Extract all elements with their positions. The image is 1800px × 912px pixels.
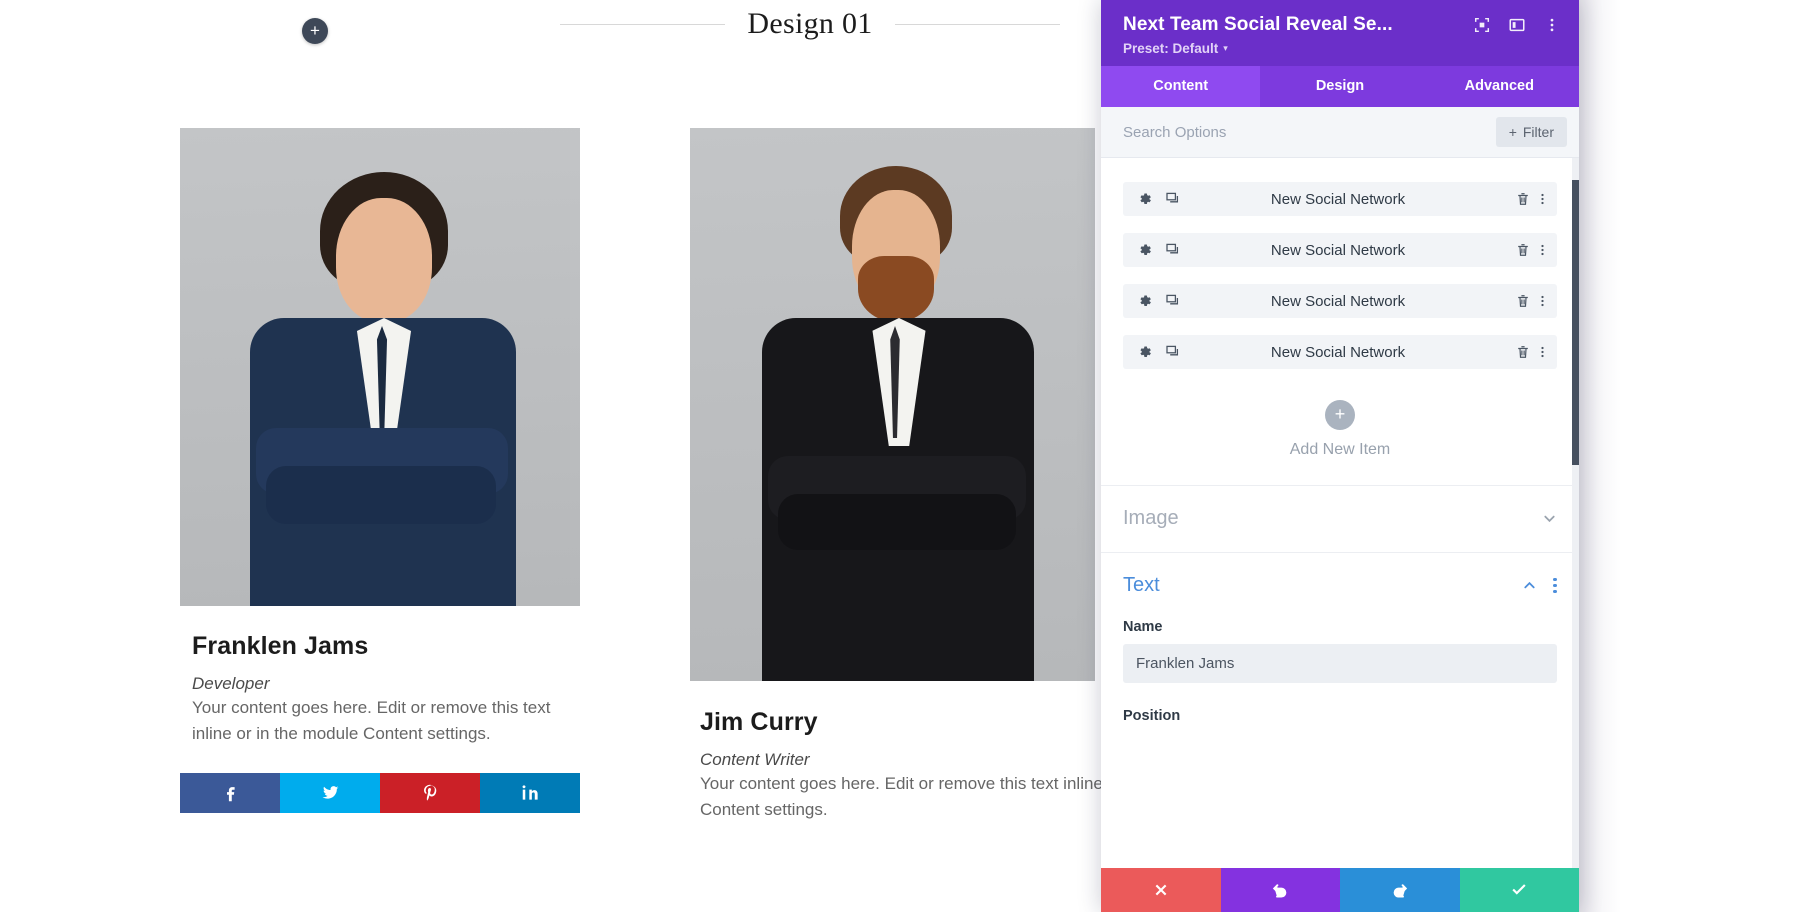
search-row: + Filter (1101, 107, 1579, 158)
section-text-title: Text (1123, 574, 1160, 596)
twitter-link[interactable] (280, 772, 380, 813)
linkedin-icon (522, 785, 538, 800)
divider-right (894, 23, 1061, 25)
redo-arrow-icon (1393, 884, 1407, 898)
add-new-item-button[interactable]: + Add New Item (1101, 386, 1579, 485)
undo-button[interactable] (1220, 868, 1340, 912)
list-item[interactable]: New Social Network (1123, 335, 1557, 369)
preset-selector[interactable]: Preset: Default ▾ (1123, 41, 1561, 56)
page-title: Design 01 (747, 7, 873, 40)
section-image[interactable]: Image (1101, 485, 1579, 552)
scrollbar-track[interactable] (1572, 158, 1579, 868)
chevron-up-icon (1522, 578, 1537, 593)
modal-body: New Social Network New Social Network Ne… (1101, 158, 1579, 868)
member-photo (690, 128, 1095, 681)
modal-drop-shadow (1579, 0, 1621, 912)
social-network-list: New Social Network New Social Network Ne… (1101, 158, 1579, 369)
section-text[interactable]: Text (1101, 552, 1579, 619)
checkmark-icon (1512, 884, 1526, 895)
member-position: Developer (192, 674, 270, 693)
pinterest-link[interactable] (380, 772, 480, 813)
plus-icon: + (1508, 124, 1517, 140)
divider-left (560, 23, 726, 25)
add-new-item-label: Add New Item (1289, 441, 1391, 458)
modal-header: Next Team Social Reveal Se... Preset: De… (1101, 0, 1579, 66)
list-item-label: New Social Network (1270, 292, 1406, 310)
module-settings-modal: Next Team Social Reveal Se... Preset: De… (1101, 0, 1579, 912)
list-item-label: New Social Network (1270, 190, 1406, 208)
list-item[interactable]: New Social Network (1123, 284, 1557, 318)
focus-expand-icon[interactable] (1473, 16, 1491, 34)
trash-icon[interactable] (1515, 293, 1531, 309)
name-field-label: Name (1123, 619, 1163, 635)
facebook-link[interactable] (180, 772, 280, 813)
redo-button[interactable] (1340, 868, 1460, 912)
facebook-icon (226, 787, 235, 802)
more-options-kebab-icon[interactable] (1540, 191, 1545, 207)
trash-icon[interactable] (1515, 344, 1531, 360)
twitter-icon (322, 786, 338, 799)
social-links-bar (180, 772, 580, 813)
chevron-down-icon: ▾ (1223, 43, 1228, 53)
builder-page: + Design 01 Franklen Jams Developer Your… (0, 0, 1800, 912)
filter-button[interactable]: + Filter (1495, 117, 1567, 147)
gear-icon[interactable] (1137, 191, 1153, 207)
add-section-button[interactable]: + (302, 18, 328, 44)
preset-label: Preset: Default (1123, 41, 1219, 56)
save-button[interactable] (1459, 868, 1579, 912)
gear-icon[interactable] (1137, 242, 1153, 258)
trash-icon[interactable] (1515, 191, 1531, 207)
gear-icon[interactable] (1137, 293, 1153, 309)
trash-icon[interactable] (1515, 242, 1531, 258)
more-options-kebab-icon[interactable] (1553, 577, 1557, 594)
plus-icon: + (310, 20, 320, 40)
text-fields: Name Position (1101, 619, 1579, 724)
member-name: Franklen Jams (192, 632, 369, 660)
panel-layout-icon[interactable] (1508, 16, 1526, 34)
tab-design[interactable]: Design (1260, 66, 1419, 107)
tab-advanced[interactable]: Advanced (1420, 66, 1579, 107)
pinterest-icon (423, 784, 436, 801)
list-item[interactable]: New Social Network (1123, 233, 1557, 267)
list-item-label: New Social Network (1270, 241, 1406, 259)
member-description: Your content goes here. Edit or remove t… (192, 698, 551, 743)
tab-content[interactable]: Content (1101, 66, 1261, 107)
chevron-down-icon (1542, 511, 1557, 526)
modal-title: Next Team Social Reveal Se... (1123, 14, 1393, 35)
section-image-title: Image (1123, 507, 1179, 529)
member-photo (180, 128, 580, 606)
plus-icon: + (1325, 400, 1355, 430)
modal-tabs: Content Design Advanced (1101, 66, 1579, 107)
more-options-kebab-icon[interactable] (1540, 242, 1545, 258)
scrollbar-thumb[interactable] (1572, 180, 1579, 465)
filter-label: Filter (1522, 124, 1554, 140)
close-x-icon (1155, 884, 1167, 896)
name-input[interactable] (1123, 644, 1557, 683)
more-options-kebab-icon[interactable] (1540, 344, 1545, 360)
cancel-button[interactable] (1101, 868, 1221, 912)
gear-icon[interactable] (1137, 344, 1153, 360)
more-options-kebab-icon[interactable] (1543, 16, 1561, 34)
section-heading: Design 01 (560, 0, 1061, 48)
list-item[interactable]: New Social Network (1123, 182, 1557, 216)
more-options-kebab-icon[interactable] (1540, 293, 1545, 309)
list-item-label: New Social Network (1270, 343, 1406, 361)
undo-arrow-icon (1273, 884, 1287, 898)
position-field-label: Position (1123, 708, 1181, 724)
team-member-card[interactable]: Franklen Jams Developer Your content goe… (180, 128, 580, 813)
search-input[interactable] (1123, 123, 1486, 141)
linkedin-link[interactable] (480, 772, 580, 813)
modal-footer (1101, 868, 1579, 912)
